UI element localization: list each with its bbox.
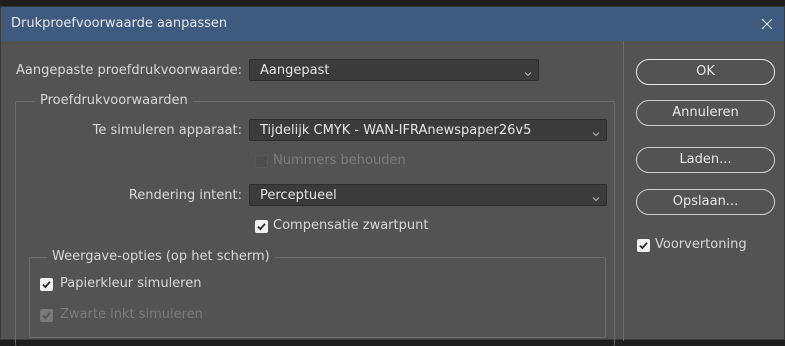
custom-condition-value: Aangepast xyxy=(260,63,330,78)
black-ink-label: Zwarte inkt simuleren xyxy=(60,307,203,322)
chevron-down-icon xyxy=(592,192,600,202)
black-ink-checkbox[interactable] xyxy=(40,309,53,322)
checkmark-icon xyxy=(42,312,51,320)
proof-conditions-legend: Proefdrukvoorwaarden xyxy=(35,93,193,108)
device-select[interactable]: Tijdelijk CMYK - WAN-IFRAnewspaper26v5 xyxy=(249,119,607,141)
display-options-legend: Weergave-opties (op het scherm) xyxy=(47,249,275,264)
paper-color-checkbox[interactable] xyxy=(40,278,53,291)
title-bar: Drukproefvoorwaarde aanpassen xyxy=(1,7,784,41)
custom-condition-select[interactable]: Aangepast xyxy=(249,59,539,81)
paper-color-label: Papierkleur simuleren xyxy=(60,276,202,291)
ok-button[interactable]: OK xyxy=(636,59,775,85)
cancel-button[interactable]: Annuleren xyxy=(636,100,775,126)
chevron-down-icon xyxy=(524,67,532,77)
black-point-checkbox[interactable] xyxy=(255,220,268,233)
preserve-numbers-label: Nummers behouden xyxy=(273,153,406,168)
checkmark-icon xyxy=(639,242,648,250)
preserve-numbers-checkbox[interactable] xyxy=(255,155,268,168)
close-icon[interactable] xyxy=(756,13,778,35)
rendering-intent-label: Rendering intent: xyxy=(128,188,242,203)
device-value: Tijdelijk CMYK - WAN-IFRAnewspaper26v5 xyxy=(260,123,532,138)
custom-condition-label: Aangepaste proefdrukvoorwaarde: xyxy=(15,63,242,78)
dialog-title: Drukproefvoorwaarde aanpassen xyxy=(11,16,228,31)
chevron-down-icon xyxy=(592,127,600,137)
proof-setup-dialog: Drukproefvoorwaarde aanpassen Aangepaste… xyxy=(0,6,785,346)
rendering-intent-value: Perceptueel xyxy=(260,188,337,203)
load-button[interactable]: Laden... xyxy=(636,147,775,173)
panel-divider xyxy=(623,41,624,341)
black-point-label: Compensatie zwartpunt xyxy=(273,218,429,233)
checkmark-icon xyxy=(257,223,266,231)
checkmark-icon xyxy=(42,281,51,289)
preview-checkbox[interactable] xyxy=(637,239,650,252)
display-options-group xyxy=(29,257,606,338)
save-button[interactable]: Opslaan... xyxy=(636,189,775,215)
device-label: Te simuleren apparaat: xyxy=(92,123,242,138)
rendering-intent-select[interactable]: Perceptueel xyxy=(249,184,607,206)
preview-label: Voorvertoning xyxy=(655,237,747,252)
